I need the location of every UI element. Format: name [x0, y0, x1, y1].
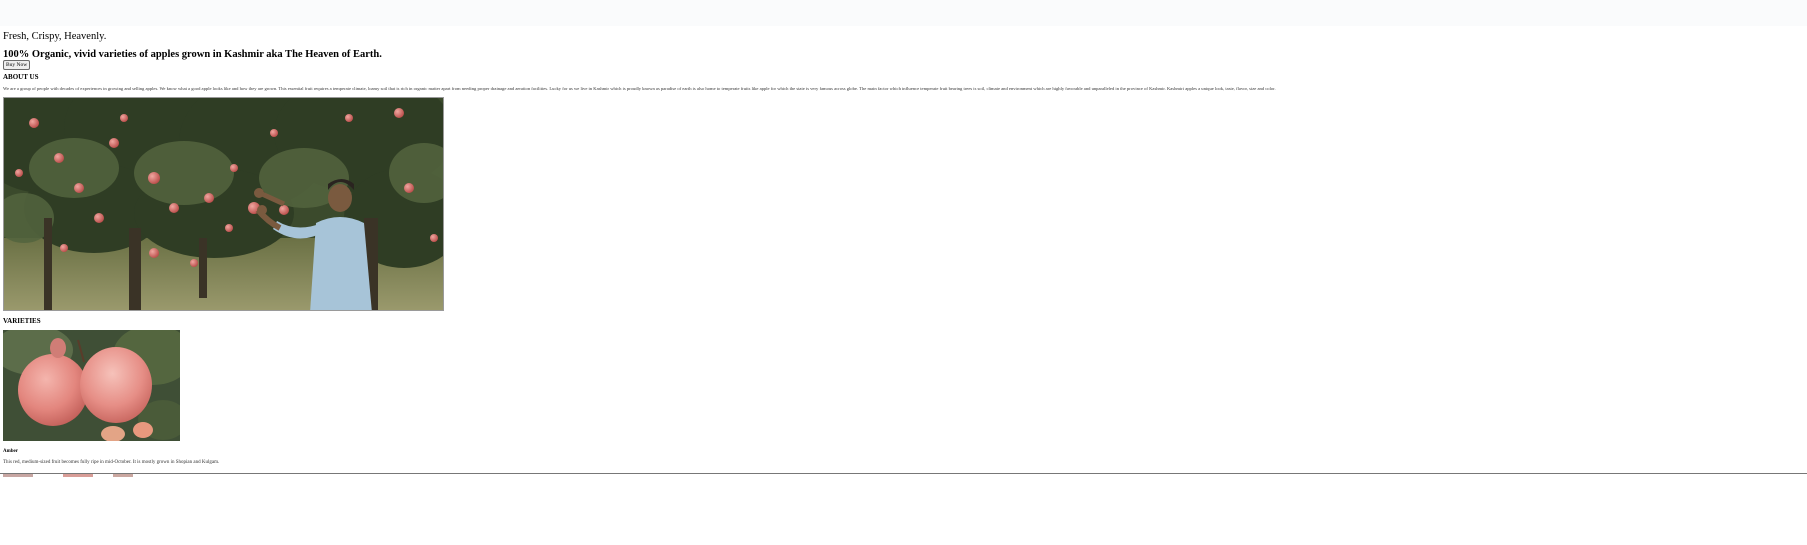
- next-variety-illustration: [3, 471, 180, 477]
- next-variety-photo-edge: [3, 471, 180, 477]
- orchard-illustration: [4, 98, 443, 310]
- buy-now-button[interactable]: Buy Now: [3, 60, 31, 70]
- amber-apples-illustration: [3, 330, 180, 441]
- header-band: [0, 0, 1807, 26]
- page: Fresh, Crispy, Heavenly. 100% Organic, v…: [0, 0, 1807, 545]
- viewport-edge-line: [0, 473, 1807, 474]
- variety-description: This red, medium-sized fruit becomes ful…: [3, 460, 220, 465]
- hero-tagline: Fresh, Crispy, Heavenly.: [3, 31, 107, 42]
- about-heading: ABOUT US: [3, 73, 39, 81]
- apple-orchard-farmer-photo: [3, 97, 444, 311]
- variety-name: Amber: [3, 449, 18, 454]
- hero-subheadline: 100% Organic, vivid varieties of apples …: [3, 49, 382, 60]
- about-text: We are a group of people with decades of…: [3, 86, 1276, 91]
- red-apples-photo: [3, 330, 180, 441]
- varieties-heading: VARIETIES: [3, 317, 41, 325]
